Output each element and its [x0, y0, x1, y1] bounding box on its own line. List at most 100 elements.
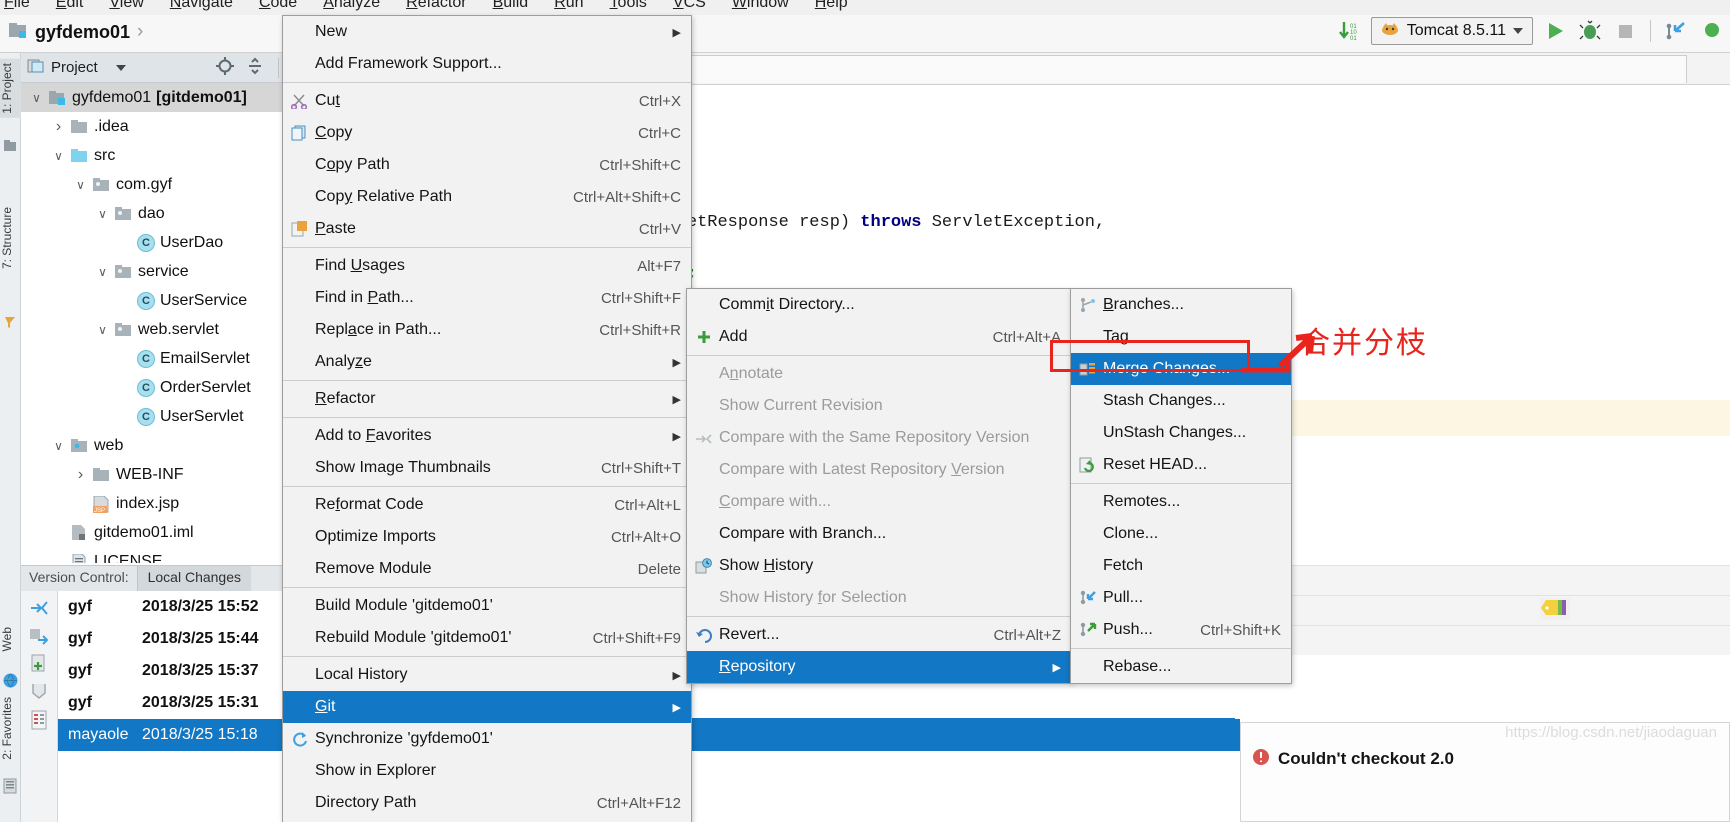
- menu-item-commit-directory[interactable]: Commit Directory...: [687, 289, 1071, 321]
- stop-icon[interactable]: [1612, 18, 1638, 44]
- menu-item-remove-module[interactable]: Remove Module Delete: [283, 553, 691, 585]
- details-icon[interactable]: [28, 709, 50, 731]
- tree-node-gyfdemo01[interactable]: ∨ gyfdemo01 [gitdemo01]: [21, 83, 285, 112]
- menubar-item-code[interactable]: Code: [259, 0, 297, 12]
- menu-item-replace-in-path[interactable]: Replace in Path... Ctrl+Shift+R: [283, 314, 691, 346]
- chevron-down-icon[interactable]: ∨: [29, 91, 44, 105]
- menubar-item-tools[interactable]: Tools: [610, 0, 647, 12]
- tree-node-emailservlet[interactable]: C EmailServlet: [21, 344, 285, 373]
- incoming-icon[interactable]: [28, 597, 50, 619]
- menu-item-build-module-gitdemo01[interactable]: Build Module 'gitdemo01': [283, 590, 691, 622]
- chevron-down-icon[interactable]: ∨: [73, 178, 88, 192]
- menubar-item-file[interactable]: File: [4, 0, 30, 12]
- tree-node-userdao[interactable]: C UserDao: [21, 228, 285, 257]
- add-icon[interactable]: [28, 653, 50, 675]
- menu-item-fetch[interactable]: Fetch: [1071, 550, 1291, 582]
- tree-node-orderservlet[interactable]: C OrderServlet: [21, 373, 285, 402]
- menubar-item-analyze[interactable]: Analyze: [323, 0, 380, 12]
- menubar-item-build[interactable]: Build: [493, 0, 529, 12]
- outgoing-icon[interactable]: [28, 625, 50, 647]
- target-icon[interactable]: [216, 56, 234, 79]
- menu-item-rebase[interactable]: Rebase...: [1071, 651, 1291, 683]
- tag-icon[interactable]: [1540, 598, 1570, 620]
- tree-node-web[interactable]: ∨ web: [21, 431, 285, 460]
- run-icon[interactable]: [1542, 18, 1568, 44]
- menu-item-pull[interactable]: Pull...: [1071, 582, 1291, 614]
- tree-node-index-jsp[interactable]: JSP index.jsp: [21, 489, 285, 518]
- menu-item-reset-head[interactable]: Reset HEAD...: [1071, 449, 1291, 481]
- menu-item-synchronize-gyfdemo01[interactable]: Synchronize 'gyfdemo01': [283, 723, 691, 755]
- menu-item-add-framework-support[interactable]: Add Framework Support...: [283, 48, 691, 80]
- tree-node-web-inf[interactable]: › WEB-INF: [21, 460, 285, 489]
- collapse-all-icon[interactable]: [246, 57, 264, 79]
- menu-item-paste[interactable]: Paste Ctrl+V: [283, 213, 691, 245]
- menu-item-git[interactable]: Git ▶: [283, 691, 691, 723]
- menubar-item-refactor[interactable]: Refactor: [406, 0, 466, 12]
- menu-item-find-in-path[interactable]: Find in Path... Ctrl+Shift+F: [283, 282, 691, 314]
- vcs-commit-icon[interactable]: [1698, 18, 1724, 44]
- menu-item-copy[interactable]: Copy Ctrl+C: [283, 117, 691, 149]
- tree-node--idea[interactable]: › .idea: [21, 112, 285, 141]
- project-context-menu[interactable]: New ▶ Add Framework Support... Cut Ctrl+X Cop…: [282, 15, 692, 822]
- menu-item-compare-with-branch[interactable]: Compare with Branch...: [687, 518, 1071, 550]
- git-submenu[interactable]: Commit Directory... Add Ctrl+Alt+A Annotate…: [686, 288, 1072, 684]
- sidebar-item-web[interactable]: Web: [0, 623, 21, 655]
- menu-item-refactor[interactable]: Refactor ▶: [283, 383, 691, 415]
- menu-bar[interactable]: File Edit View Navigate Code Analyze Refactor B…: [0, 0, 1730, 15]
- menu-item-local-history[interactable]: Local History ▶: [283, 659, 691, 691]
- menu-item-branches[interactable]: Branches...: [1071, 289, 1291, 321]
- project-dropdown-chevron-icon[interactable]: [115, 64, 126, 71]
- menu-item-revert[interactable]: Revert... Ctrl+Alt+Z: [687, 619, 1071, 651]
- chevron-down-icon[interactable]: ∨: [51, 149, 66, 163]
- menu-item-analyze[interactable]: Analyze ▶: [283, 346, 691, 378]
- chevron-down-icon[interactable]: ∨: [95, 207, 110, 221]
- menu-item-reformat-code[interactable]: Reformat Code Ctrl+Alt+L: [283, 489, 691, 521]
- project-tree[interactable]: ∨ gyfdemo01 [gitdemo01] › .idea ∨ src ∨ com.gyf…: [21, 83, 285, 563]
- vcs-update-icon[interactable]: [1663, 18, 1689, 44]
- sidebar-item-favorites[interactable]: 2: Favorites: [0, 693, 21, 764]
- tree-node-userservice[interactable]: C UserService: [21, 286, 285, 315]
- menu-item-copy-relative-path[interactable]: Copy Relative Path Ctrl+Alt+Shift+C: [283, 181, 691, 213]
- menu-item-copy-path[interactable]: Copy Path Ctrl+Shift+C: [283, 149, 691, 181]
- chevron-right-icon[interactable]: ›: [73, 466, 88, 484]
- menu-item-push[interactable]: Push... Ctrl+Shift+K: [1071, 614, 1291, 646]
- sidebar-item-project[interactable]: 1: Project: [0, 59, 21, 118]
- chevron-down-icon[interactable]: ∨: [95, 323, 110, 337]
- menu-item-repository[interactable]: Repository ▶: [687, 651, 1071, 683]
- tree-node-dao[interactable]: ∨ dao: [21, 199, 285, 228]
- menu-item-find-usages[interactable]: Find Usages Alt+F7: [283, 250, 691, 282]
- menu-item-show-image-thumbnails[interactable]: Show Image Thumbnails Ctrl+Shift+T: [283, 452, 691, 484]
- menubar-item-navigate[interactable]: Navigate: [170, 0, 233, 12]
- tree-node-license[interactable]: LICENSE: [21, 547, 285, 563]
- menu-item-directory-path[interactable]: Directory Path Ctrl+Alt+F12: [283, 787, 691, 819]
- menu-item-add[interactable]: Add Ctrl+Alt+A: [687, 321, 1071, 353]
- menu-item-remotes[interactable]: Remotes...: [1071, 486, 1291, 518]
- menubar-item-edit[interactable]: Edit: [56, 0, 84, 12]
- tree-node-gitdemo01-iml[interactable]: gitdemo01.iml: [21, 518, 285, 547]
- menubar-item-run[interactable]: Run: [554, 0, 583, 12]
- tab-local-changes[interactable]: Local Changes: [136, 566, 252, 591]
- run-configuration-select[interactable]: Tomcat 8.5.11: [1370, 17, 1533, 45]
- menu-item-unstash-changes[interactable]: UnStash Changes...: [1071, 417, 1291, 449]
- menu-item-cut[interactable]: Cut Ctrl+X: [283, 85, 691, 117]
- menu-item-stash-changes[interactable]: Stash Changes...: [1071, 385, 1291, 417]
- tree-node-com-gyf[interactable]: ∨ com.gyf: [21, 170, 285, 199]
- menu-item-clone[interactable]: Clone...: [1071, 518, 1291, 550]
- tree-node-web-servlet[interactable]: ∨ web.servlet: [21, 315, 285, 344]
- menu-item-new[interactable]: New ▶: [283, 16, 691, 48]
- menu-item-show-in-explorer[interactable]: Show in Explorer: [283, 755, 691, 787]
- tree-node-service[interactable]: ∨ service: [21, 257, 285, 286]
- chevron-right-icon[interactable]: ›: [51, 118, 66, 136]
- menu-item-add-to-favorites[interactable]: Add to Favorites ▶: [283, 420, 691, 452]
- menu-item-show-history[interactable]: Show History: [687, 550, 1071, 582]
- tree-node-src[interactable]: ∨ src: [21, 141, 285, 170]
- menubar-item-help[interactable]: Help: [815, 0, 848, 12]
- breadcrumb[interactable]: gyfdemo01 ›: [8, 21, 143, 43]
- tree-node-userservlet[interactable]: C UserServlet: [21, 402, 285, 431]
- shelve-icon[interactable]: [28, 681, 50, 703]
- debug-icon[interactable]: [1577, 18, 1603, 44]
- menubar-item-view[interactable]: View: [109, 0, 143, 12]
- menu-item-rebuild-module-gitdemo01[interactable]: Rebuild Module 'gitdemo01' Ctrl+Shift+F9: [283, 622, 691, 654]
- chevron-down-icon[interactable]: [1513, 28, 1523, 34]
- menubar-item-vcs[interactable]: VCS: [673, 0, 706, 12]
